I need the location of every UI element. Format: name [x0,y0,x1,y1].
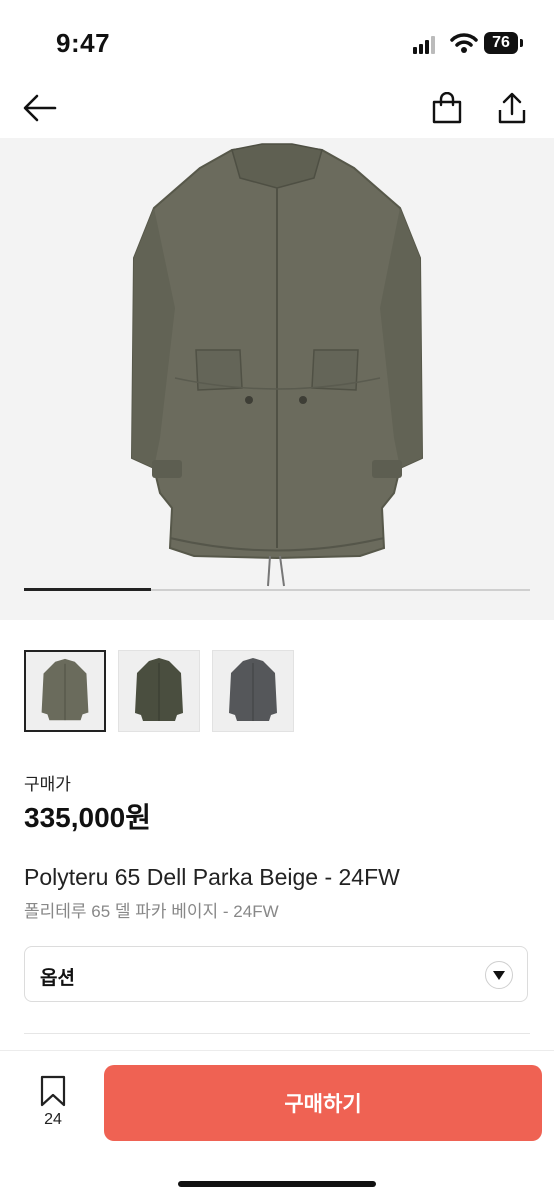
thumbnail-image [213,651,293,731]
parka-image [130,143,424,587]
thumbnail-image [26,652,104,730]
option-select[interactable]: 옵션 [24,946,528,1002]
product-image[interactable] [0,138,554,620]
thumbnail-list [24,650,294,734]
battery-tip [520,39,523,47]
top-nav [0,80,554,138]
thumbnail-2[interactable] [118,650,200,732]
product-name-ko: 폴리테루 65 델 파카 베이지 - 24FW [24,902,279,921]
bottom-action-bar: 24 구매하기 [0,1050,554,1201]
thumbnail-1[interactable] [24,650,106,732]
image-progress-fill [24,588,151,591]
wish-button[interactable]: 24 [30,1075,76,1135]
share-icon[interactable] [490,80,534,136]
bookmark-icon [40,1075,66,1107]
home-indicator [178,1181,376,1187]
wish-count: 24 [44,1111,62,1128]
status-bar: 9:47 76 [0,0,554,80]
thumbnail-3[interactable] [212,650,294,732]
back-arrow-icon[interactable] [18,80,62,136]
thumbnail-image [119,651,199,731]
battery-icon: 76 [484,32,518,54]
signal-icon [413,34,439,54]
buy-button[interactable]: 구매하기 [104,1065,542,1141]
status-time: 9:47 [56,28,111,58]
image-progress-bar [24,588,530,591]
product-name-en: Polyteru 65 Dell Parka Beige - 24FW [24,864,400,890]
option-label: 옵션 [40,968,75,989]
wifi-icon [450,32,478,54]
divider [24,1033,530,1034]
price-label: 구매가 [24,775,71,794]
shopping-bag-icon[interactable] [425,80,469,136]
dropdown-triangle-icon[interactable] [485,961,513,989]
price: 335,000원 [24,802,151,833]
